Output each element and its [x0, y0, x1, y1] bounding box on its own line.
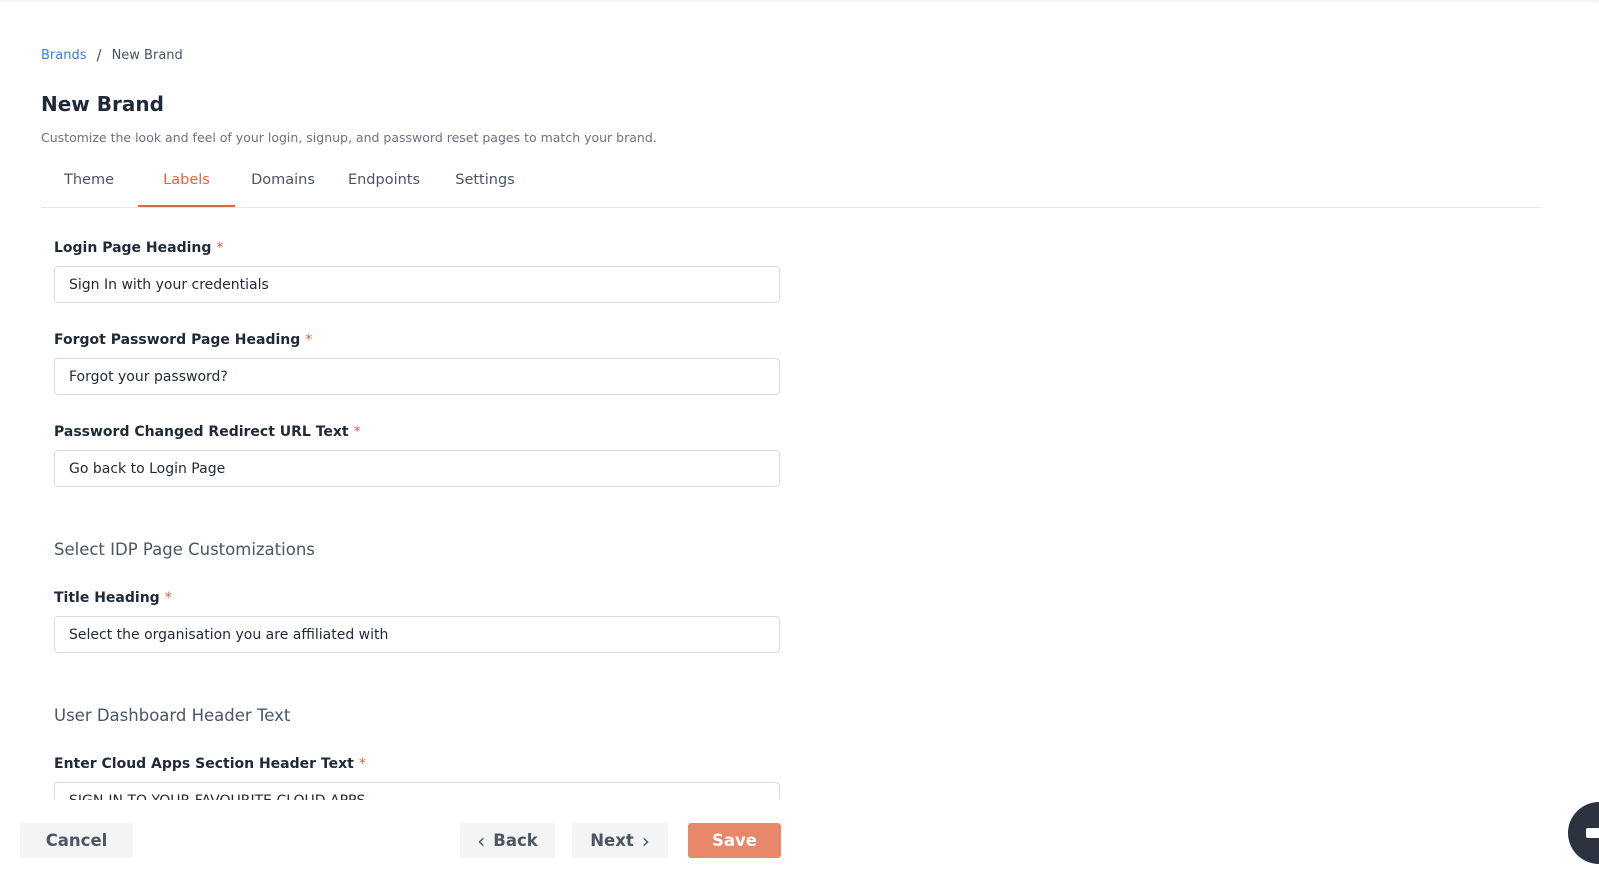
redirect-text-input[interactable] [54, 450, 780, 487]
login-heading-label-text: Login Page Heading [54, 240, 212, 256]
redirect-text-label-text: Password Changed Redirect URL Text [54, 424, 349, 440]
required-marker: * [353, 424, 361, 440]
forgot-heading-label-text: Forgot Password Page Heading [54, 332, 301, 348]
breadcrumb: Brands / New Brand [41, 46, 183, 64]
next-button-label: Next [590, 831, 634, 850]
cloud-apps-header-label-text: Enter Cloud Apps Section Header Text [54, 756, 354, 772]
page-subtitle: Customize the look and feel of your logi… [41, 130, 657, 145]
breadcrumb-current: New Brand [111, 47, 183, 63]
chevron-right-icon: › [641, 828, 650, 853]
save-button[interactable]: Save [688, 823, 781, 858]
footer-bar [0, 800, 1599, 876]
save-button-label: Save [712, 831, 757, 850]
tab-endpoints[interactable]: Endpoints [341, 165, 427, 206]
tab-settings[interactable]: Settings [447, 165, 523, 206]
idp-section-heading: Select IDP Page Customizations [54, 540, 315, 559]
forgot-heading-input[interactable] [54, 358, 780, 395]
login-heading-input[interactable] [54, 266, 780, 303]
required-marker: * [305, 332, 313, 348]
title-heading-input[interactable] [54, 616, 780, 653]
title-heading-label-text: Title Heading [54, 590, 160, 606]
breadcrumb-separator: / [96, 46, 102, 64]
dashboard-section-heading: User Dashboard Header Text [54, 706, 291, 725]
page-title: New Brand [41, 92, 164, 116]
back-button-label: Back [493, 831, 538, 850]
redirect-text-label: Password Changed Redirect URL Text * [54, 424, 361, 440]
required-marker: * [358, 756, 366, 772]
tab-bar: Theme Labels Domains Endpoints Settings [41, 165, 1541, 208]
login-heading-label: Login Page Heading * [54, 240, 223, 256]
required-marker: * [164, 590, 172, 606]
cancel-button[interactable]: Cancel [20, 823, 133, 858]
forgot-heading-label: Forgot Password Page Heading * [54, 332, 312, 348]
brand-editor-page: Brands / New Brand New Brand Customize t… [0, 0, 1599, 876]
chat-launcher-icon [1586, 828, 1599, 838]
tab-theme[interactable]: Theme [41, 165, 137, 206]
breadcrumb-brands-link[interactable]: Brands [41, 48, 87, 63]
back-button[interactable]: ‹ Back [460, 823, 555, 858]
chevron-left-icon: ‹ [477, 828, 486, 853]
cancel-button-label: Cancel [45, 831, 108, 850]
next-button[interactable]: Next › [572, 823, 668, 858]
tab-labels[interactable]: Labels [138, 165, 235, 207]
cloud-apps-header-label: Enter Cloud Apps Section Header Text * [54, 756, 366, 772]
required-marker: * [216, 240, 224, 256]
tab-domains[interactable]: Domains [245, 165, 321, 206]
title-heading-label: Title Heading * [54, 590, 172, 606]
